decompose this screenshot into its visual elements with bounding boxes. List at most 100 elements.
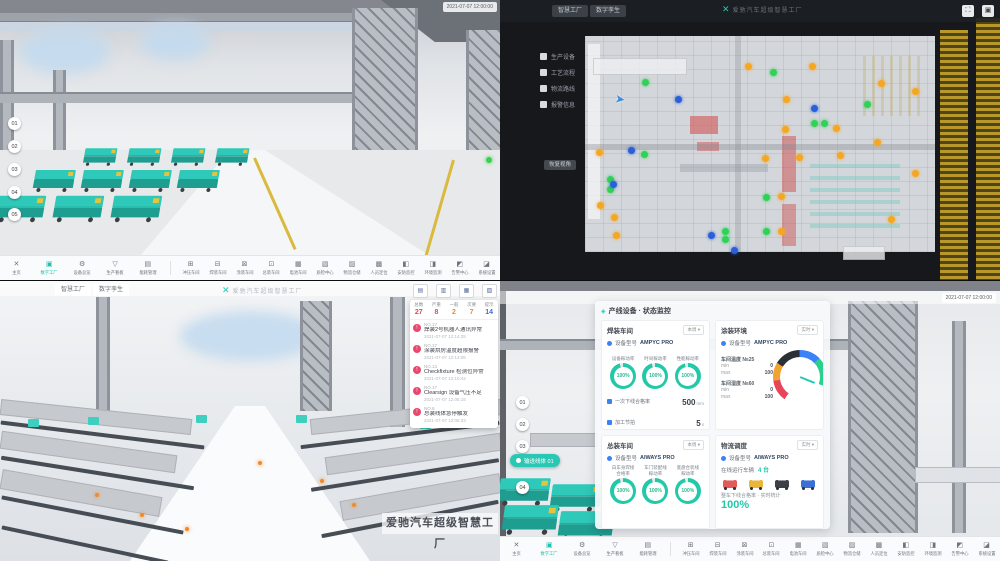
map-dot-b[interactable] [731,247,738,254]
toolbar-item-安防监控[interactable]: ◧安防监控 [892,538,919,560]
map-dot-o[interactable] [613,232,620,239]
toolbar-item-数字工厂[interactable]: ▣数字工厂 [533,538,566,560]
map-dot-o[interactable] [596,149,603,156]
toolbar-item-设备总览[interactable]: ⚙设备总览 [66,257,99,279]
poi-marker-02[interactable]: 02 [516,418,529,431]
toolbar-item-焊装车间[interactable]: ⊟焊装车间 [204,257,231,279]
toolbar-item-数字工厂[interactable]: ▣数字工厂 [33,257,66,279]
map-dot-o[interactable] [611,214,618,221]
checkbox-icon[interactable] [540,69,547,76]
map-dot-o[interactable] [888,216,895,223]
toolbar-item-环境监测[interactable]: ◨环境监测 [419,257,446,279]
reset-view-button[interactable]: 恢复视角 [544,160,576,170]
range-select[interactable]: 本周 ▾ [683,440,704,450]
map-dot-o[interactable] [874,139,881,146]
map-dot-o[interactable] [878,80,885,87]
layer-menu-item-报警信息[interactable]: 报警信息 [540,100,575,109]
poi-marker-04[interactable]: 04 [516,481,529,494]
checkbox-icon[interactable] [540,53,547,60]
map-dot-o[interactable] [912,170,919,177]
toolbar-item-总装车间[interactable]: ⊡总装车间 [758,538,785,560]
map-dot-g[interactable] [763,228,770,235]
toolbar-item-涂装车间[interactable]: ⊠涂装车间 [231,257,258,279]
range-select[interactable]: 实时 ▾ [797,440,818,450]
map-dot-g[interactable] [722,228,729,235]
map-dot-o[interactable] [837,152,844,159]
toolbar-item-涂装车间[interactable]: ⊠涂装车间 [731,538,758,560]
poi-marker-01[interactable]: 01 [516,396,529,409]
map-dot-o[interactable] [762,155,769,162]
map-minimap[interactable] [843,246,885,260]
range-select[interactable]: 本周 ▾ [683,325,704,335]
map-dot-g[interactable] [722,236,729,243]
poi-marker-04[interactable]: 04 [8,186,21,199]
layer-menu-item-工艺流程[interactable]: 工艺流程 [540,68,575,77]
fullscreen-button[interactable]: ⛶ [962,5,974,17]
toolbar-item-主页[interactable]: ✕主页 [500,538,533,560]
poi-marker-03[interactable]: 03 [8,163,21,176]
toolbar-item-冲压车间[interactable]: ⊞冲压车间 [177,257,204,279]
map-dot-g[interactable] [770,69,777,76]
map-dot-g[interactable] [821,120,828,127]
status-dot-green[interactable] [486,157,492,163]
alarm-item[interactable]: !NO.17Clearsign 设备气压不足2021-07-07 12:08:1… [410,383,498,404]
alarm-item[interactable]: !NO.8总装线体急停触发2021-07-07 12:05:33 [410,404,498,425]
toolbar-item-系统设置[interactable]: ◪系统设置 [973,538,1000,560]
toolbar-item-生产看板[interactable]: ▽生产看板 [99,257,132,279]
camera-position-arrow[interactable]: ➤ [614,91,626,106]
layer-menu-item-物流路线[interactable]: 物流路线 [540,84,575,93]
toolbar-item-焊装车间[interactable]: ⊟焊装车间 [704,538,731,560]
map-dot-b[interactable] [708,232,715,239]
car-icon[interactable] [775,480,789,488]
toolbar-item-质检中心[interactable]: ▧质检中心 [812,538,839,560]
poi-marker-03[interactable]: 03 [516,440,529,453]
toolbar-item-生产看板[interactable]: ▽生产看板 [599,538,632,560]
poi-marker-05[interactable]: 05 [8,208,21,221]
map-dot-b[interactable] [675,96,682,103]
toolbar-item-主页[interactable]: ✕主页 [0,257,33,279]
toolbar-item-环境监测[interactable]: ◨环境监测 [919,538,946,560]
panel-setting-tab[interactable]: ▧ [482,284,497,298]
layers-button[interactable]: ▣ [982,5,994,17]
toolbar-item-人员定位[interactable]: ▩人员定位 [366,257,393,279]
map-dot-b[interactable] [811,105,818,112]
map-dot-o[interactable] [796,154,803,161]
toolbar-item-能耗管理[interactable]: ▤能耗管理 [631,538,664,560]
alarm-item[interactable]: !NO.13Checkfixture 检测位异常2021-07-07 12:10… [410,362,498,383]
poi-marker-02[interactable]: 02 [8,140,21,153]
map-dot-g[interactable] [864,101,871,108]
map-dot-o[interactable] [778,228,785,235]
checkbox-icon[interactable] [540,101,547,108]
toolbar-item-物流仓储[interactable]: ▨物流仓储 [339,257,366,279]
car-icon[interactable] [749,480,763,488]
toolbar-item-电池车间[interactable]: ▦电池车间 [785,538,812,560]
chip-factory[interactable]: 智慧工厂 [552,5,588,17]
toolbar-item-总装车间[interactable]: ⊡总装车间 [258,257,285,279]
toolbar-item-能耗管理[interactable]: ▤能耗管理 [131,257,164,279]
toolbar-item-物流仓储[interactable]: ▨物流仓储 [839,538,866,560]
toolbar-item-人员定位[interactable]: ▩人员定位 [866,538,893,560]
map-dot-b[interactable] [610,181,617,188]
panel-chart-tab[interactable]: ▦ [459,284,474,298]
toolbar-item-电池车间[interactable]: ▦电池车间 [285,257,312,279]
car-icon[interactable] [801,480,815,488]
toolbar-item-质检中心[interactable]: ▧质检中心 [312,257,339,279]
alarm-item[interactable]: !NO.17涂装烘房温度超限报警2021-07-07 12:13:06 [410,341,498,362]
toolbar-item-告警中心[interactable]: ◩告警中心 [946,538,973,560]
map-dot-o[interactable] [833,125,840,132]
map-dot-o[interactable] [745,63,752,70]
map-dot-g[interactable] [811,120,818,127]
map-dot-o[interactable] [782,126,789,133]
chip-digital-twin[interactable]: 数字孪生 [590,5,626,17]
car-icon[interactable] [723,480,737,488]
toolbar-item-冲压车间[interactable]: ⊞冲压车间 [677,538,704,560]
toolbar-item-告警中心[interactable]: ◩告警中心 [446,257,473,279]
toolbar-item-安防监控[interactable]: ◧安防监控 [392,257,419,279]
toolbar-item-设备总览[interactable]: ⚙设备总览 [566,538,599,560]
map-dot-g[interactable] [641,151,648,158]
range-select[interactable]: 实时 ▾ [797,325,818,335]
equipment-pill[interactable]: 输送线体 01 [510,454,560,467]
toolbar-item-系统设置[interactable]: ◪系统设置 [473,257,500,279]
chip-factory[interactable]: 智慧工厂 [55,284,91,296]
layer-menu-item-生产设备[interactable]: 生产设备 [540,52,575,61]
